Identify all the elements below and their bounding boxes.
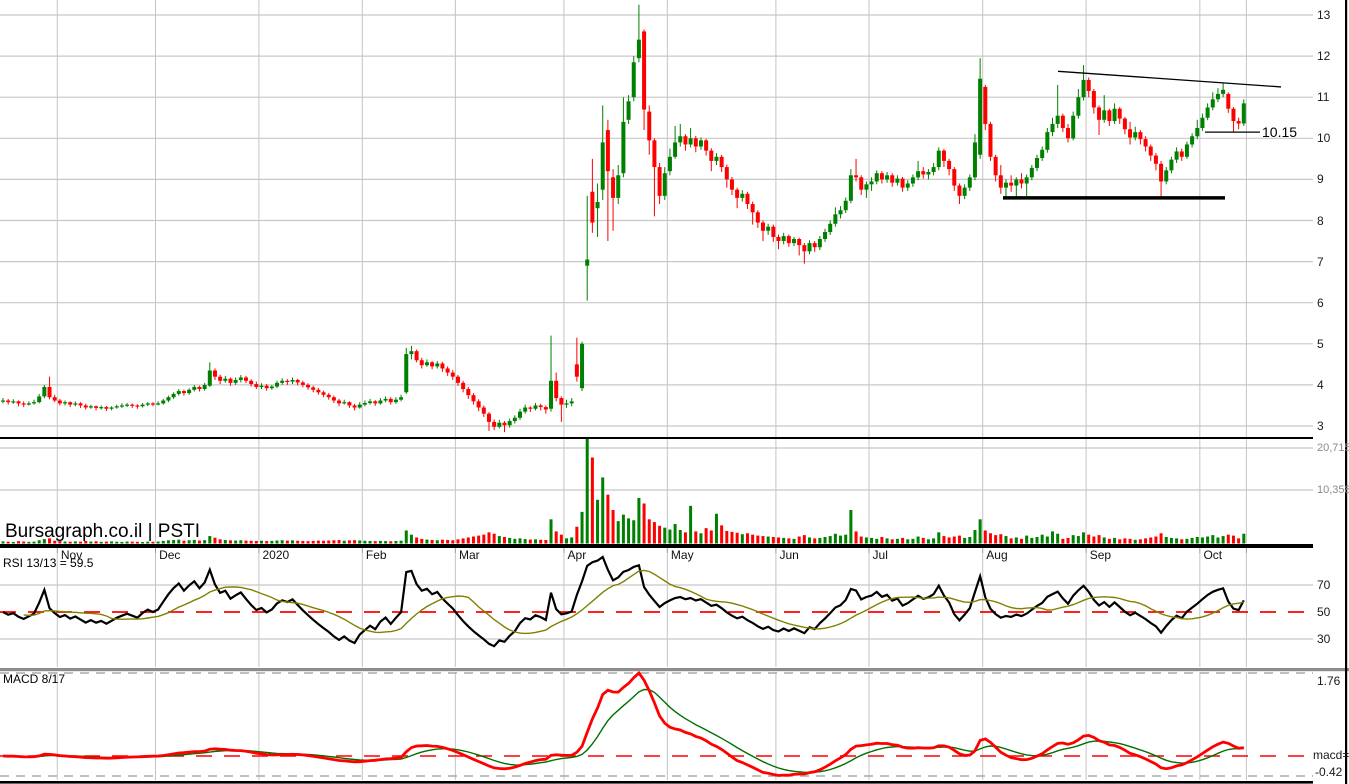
date-axis-label: 2020 [262,548,290,562]
price-axis-label: 9 [1317,172,1324,187]
rsi-axis-label: 30 [1317,632,1331,646]
date-axis-label: Dec [159,548,181,562]
macd-lines [2,670,1244,777]
date-axis-label: Nov [60,548,83,562]
price-axis-label: 12 [1317,49,1331,64]
price-axis-label: 4 [1317,377,1324,392]
chart-canvas[interactable] [0,0,1349,784]
price-axis-label: 10 [1317,131,1331,146]
date-axis-label: Apr [567,548,587,562]
month-gridlines [56,0,1247,780]
volume-axis-label: 20,715 [1317,442,1349,454]
date-axis-label: Mar [458,548,480,562]
price-axis-label: 13 [1317,8,1331,22]
price-axis-label: 5 [1317,336,1324,351]
price-axis-label: 7 [1317,254,1324,269]
date-axis-label: Jul [872,548,888,562]
price-axis-label: 6 [1317,295,1324,310]
rsi-axis-label: 70 [1317,578,1331,592]
macd-zero-label: macd=0 [1313,748,1349,762]
price-axis-label: 3 [1317,419,1324,433]
date-axis-label: Sep [1089,548,1112,562]
candlesticks [1,4,1246,433]
price-axis-label: 8 [1317,213,1324,228]
stock-chart: Bursagraph.co.il | PSTI RSI 13/13 = 59.5… [0,0,1349,784]
watermark-title: Bursagraph.co.il | PSTI [5,521,201,542]
rsi-axis-label: 50 [1317,605,1331,619]
price-axis-label: 11 [1317,90,1330,105]
macd-panel-label: MACD 8/17 [3,672,66,686]
date-axis-label: Oct [1203,548,1223,562]
rsi-lines [2,555,1245,648]
volume-axis-label: 10,358 [1317,484,1349,496]
date-axis-label: Jun [779,548,799,562]
price-level-label: 10.15 [1262,124,1298,140]
macd-min-label: -0.42 [1315,765,1343,779]
date-axis-label: Feb [365,548,387,562]
date-axis-label: Aug [986,548,1008,562]
date-axis-label: May [670,548,694,562]
price-gridlines [0,14,1313,427]
macd-max-label: 1.76 [1317,674,1341,688]
